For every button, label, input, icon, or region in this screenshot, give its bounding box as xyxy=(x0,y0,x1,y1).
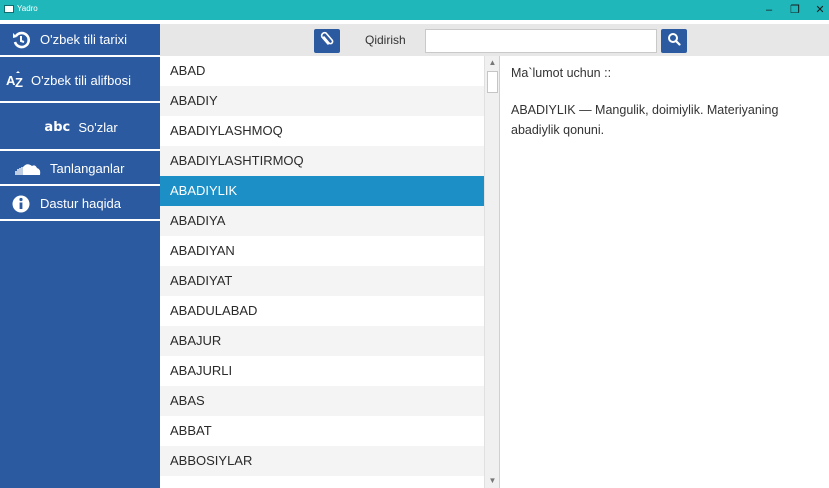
nav-item-words[interactable]: abc So'zlar xyxy=(0,105,160,151)
search-icon xyxy=(667,32,681,51)
app-window: Yadro – ❐ ✕ O'zbek tili tarixi A Z O'zbe… xyxy=(0,0,829,488)
word-row[interactable]: ABADIYA xyxy=(160,206,484,236)
nav-item-about[interactable]: Dastur haqida xyxy=(0,188,160,221)
nav-label-about: Dastur haqida xyxy=(40,196,121,211)
cloud-icon xyxy=(12,159,42,179)
word-row[interactable]: ABBAT xyxy=(160,416,484,446)
nav-item-uzbek-alphabet[interactable]: A Z O'zbek tili alifbosi xyxy=(0,59,160,103)
sidebar: O'zbek tili tarixi A Z O'zbek tili alifb… xyxy=(0,24,160,488)
nav-label-uzbek-alphabet: O'zbek tili alifbosi xyxy=(31,72,132,88)
search-input[interactable] xyxy=(425,29,657,53)
alphabet-az-icon: A Z xyxy=(6,70,28,90)
search-label: Qidirish xyxy=(365,33,406,47)
svg-text:Z: Z xyxy=(15,75,23,90)
definition-text: ABADIYLIK — Mangulik, doimiylik. Materiy… xyxy=(511,103,779,137)
nav-label-uzbek-history: O'zbek tili tarixi xyxy=(40,32,128,47)
paperclip-icon xyxy=(320,31,334,52)
search-button[interactable] xyxy=(661,29,687,53)
word-row[interactable]: ABADIYLASHMOQ xyxy=(160,116,484,146)
search-toolbar: Qidirish xyxy=(160,24,829,56)
window-title: Yadro xyxy=(17,4,38,13)
attach-button[interactable] xyxy=(314,29,340,53)
nav-item-favorites[interactable]: Tanlanganlar xyxy=(0,153,160,186)
word-row[interactable]: ABAS xyxy=(160,386,484,416)
definition-panel: Ma`lumot uchun :: ABADIYLIK — Mangulik, … xyxy=(501,56,829,488)
scroll-down-arrow-icon[interactable]: ▼ xyxy=(485,474,499,488)
word-row[interactable]: ABADIYLASHTIRMOQ xyxy=(160,146,484,176)
scroll-up-arrow-icon[interactable]: ▲ xyxy=(485,56,499,70)
maximize-button[interactable]: ❐ xyxy=(783,1,807,19)
word-row-selected[interactable]: ABADIYLIK xyxy=(160,176,484,206)
word-list: ABAD ABADIY ABADIYLASHMOQ ABADIYLASHTIRMOQ A… xyxy=(160,56,500,488)
scroll-thumb[interactable] xyxy=(487,71,498,93)
nav-item-uzbek-history[interactable]: O'zbek tili tarixi xyxy=(0,24,160,57)
abc-icon: abc xyxy=(44,119,71,135)
nav-label-favorites: Tanlanganlar xyxy=(50,161,125,176)
info-icon xyxy=(10,194,32,214)
nav-label-words: So'zlar xyxy=(78,119,118,135)
title-bar: Yadro – ❐ ✕ xyxy=(0,0,829,20)
word-row[interactable]: ABBOSIYLAR xyxy=(160,446,484,476)
word-row[interactable]: ABADIYAN xyxy=(160,236,484,266)
minimize-button[interactable]: – xyxy=(757,1,781,19)
app-icon xyxy=(4,5,14,13)
word-row[interactable]: ABADIY xyxy=(160,86,484,116)
history-icon xyxy=(10,30,32,50)
word-row[interactable]: ABAJUR xyxy=(160,326,484,356)
word-list-scrollbar[interactable]: ▲ ▼ xyxy=(484,56,499,488)
word-row[interactable]: ABAD xyxy=(160,56,484,86)
definition-heading: Ma`lumot uchun :: xyxy=(511,66,612,80)
word-row[interactable]: ABADULABAD xyxy=(160,296,484,326)
close-button[interactable]: ✕ xyxy=(808,1,829,19)
word-row[interactable]: ABADIYAT xyxy=(160,266,484,296)
word-row[interactable]: ABAJURLI xyxy=(160,356,484,386)
